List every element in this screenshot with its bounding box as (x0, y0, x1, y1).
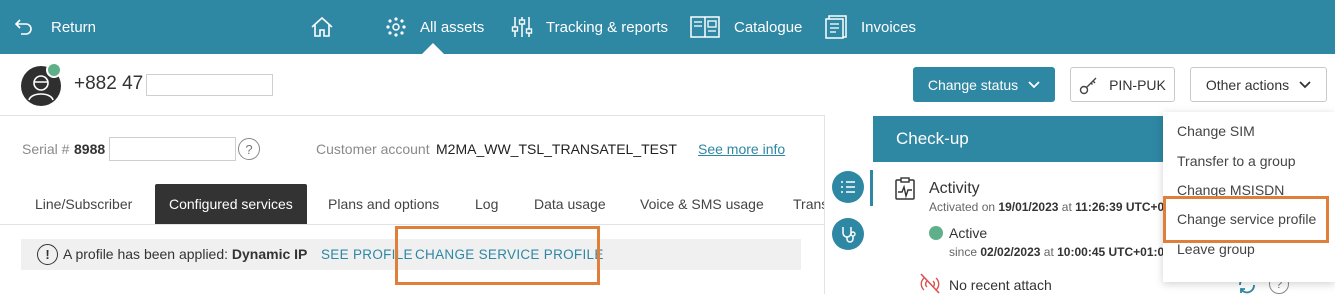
stethoscope-icon (842, 227, 856, 243)
tab-voice-sms-usage[interactable]: Voice & SMS usage (640, 184, 764, 224)
tab-plans-options[interactable]: Plans and options (328, 184, 439, 224)
status-dot (46, 62, 62, 78)
tab-data-usage[interactable]: Data usage (534, 184, 606, 224)
atom-icon (386, 17, 406, 37)
tab-configured-services[interactable]: Configured services (155, 184, 307, 224)
checklist-button[interactable] (832, 171, 864, 203)
active-status-dot (929, 226, 943, 240)
nav-label: Tracking & reports (546, 18, 668, 36)
home-icon (311, 16, 333, 37)
active-nav-caret (422, 43, 444, 54)
nav-tracking-reports[interactable]: Tracking & reports (511, 0, 668, 54)
top-nav-bar: Return All assets Tracking & reports Cat… (0, 0, 1335, 54)
activated-date: 19/01/2023 (998, 200, 1059, 214)
since-date: 02/02/2023 (980, 245, 1041, 259)
pin-puk-label: PIN-PUK (1109, 76, 1166, 93)
catalogue-icon (690, 16, 720, 38)
active-indicator (870, 170, 873, 206)
info-icon: ! (37, 244, 58, 265)
home-button[interactable] (310, 0, 334, 54)
customer-account-label: Customer account (316, 141, 430, 157)
return-label: Return (51, 18, 97, 36)
highlight-box (1163, 196, 1329, 243)
masked-serial-digits (109, 137, 236, 161)
checkup-header: Check-up (873, 116, 1173, 162)
activated-prefix: Activated on (929, 200, 996, 214)
activity-chart-icon (895, 177, 915, 200)
stethoscope-button[interactable] (832, 218, 864, 250)
tabs-underline (0, 224, 825, 225)
chevron-down-icon (1028, 80, 1040, 88)
nav-label: All assets (420, 18, 485, 36)
help-icon[interactable]: ? (238, 138, 260, 160)
see-more-info-link[interactable]: See more info (698, 141, 785, 157)
profile-name: Dynamic IP (231, 246, 308, 262)
return-arrow-icon (14, 19, 32, 35)
at-word: at (1043, 245, 1054, 259)
customer-account-value: M2MA_WW_TSL_TRANSATEL_TEST (436, 141, 677, 157)
highlight-box (395, 226, 600, 285)
other-actions-label: Other actions (1205, 76, 1290, 93)
menu-item-leave-group[interactable]: Leave group (1177, 241, 1255, 257)
serial-label: Serial # (22, 141, 70, 157)
since-text: since 02/02/2023 at 10:00:45 UTC+01:00 (949, 245, 1165, 259)
menu-item-change-sim[interactable]: Change SIM (1177, 123, 1255, 139)
no-signal-icon (920, 273, 940, 294)
tab-line-subscriber[interactable]: Line/Subscriber (35, 184, 132, 224)
activity-title: Activity (929, 180, 980, 197)
since-prefix: since (949, 245, 978, 259)
phone-number: +882 47 (74, 73, 144, 94)
divider (0, 115, 825, 116)
serial-value: 8988 (74, 141, 106, 157)
pin-puk-button[interactable]: PIN-PUK (1070, 67, 1175, 102)
profile-notice-prefix: A profile has been applied: (63, 246, 229, 262)
checklist-icon (841, 181, 855, 193)
nav-invoices[interactable]: Invoices (825, 0, 916, 54)
tab-log[interactable]: Log (475, 184, 498, 224)
at-word: at (1061, 200, 1072, 214)
nav-label: Catalogue (734, 18, 803, 36)
profile-notice-text: A profile has been applied: Dynamic IP (63, 246, 307, 262)
sliders-icon (511, 17, 533, 37)
activated-on-text: Activated on 19/01/2023 at 11:26:39 UTC+… (929, 200, 1165, 214)
checkup-title: Check-up (896, 129, 969, 148)
invoice-icon (825, 15, 847, 39)
nav-label: Invoices (861, 18, 917, 36)
no-recent-attach-label: No recent attach (949, 277, 1052, 293)
active-label: Active (949, 225, 988, 241)
masked-phone-digits (146, 74, 273, 96)
since-time: 10:00:45 UTC+01:00 (1057, 245, 1165, 259)
change-status-label: Change status (927, 76, 1019, 93)
other-actions-button[interactable]: Other actions (1190, 67, 1327, 102)
change-status-button[interactable]: Change status (913, 67, 1055, 102)
nav-catalogue[interactable]: Catalogue (690, 0, 802, 54)
return-button[interactable]: Return (14, 0, 96, 54)
tab-trans[interactable]: Trans (793, 184, 824, 224)
divider (824, 116, 825, 294)
key-icon (1079, 77, 1097, 94)
chevron-down-icon (1299, 80, 1311, 88)
activated-time: 11:26:39 UTC+0 (1075, 200, 1165, 214)
menu-item-transfer-group[interactable]: Transfer to a group (1177, 153, 1296, 169)
